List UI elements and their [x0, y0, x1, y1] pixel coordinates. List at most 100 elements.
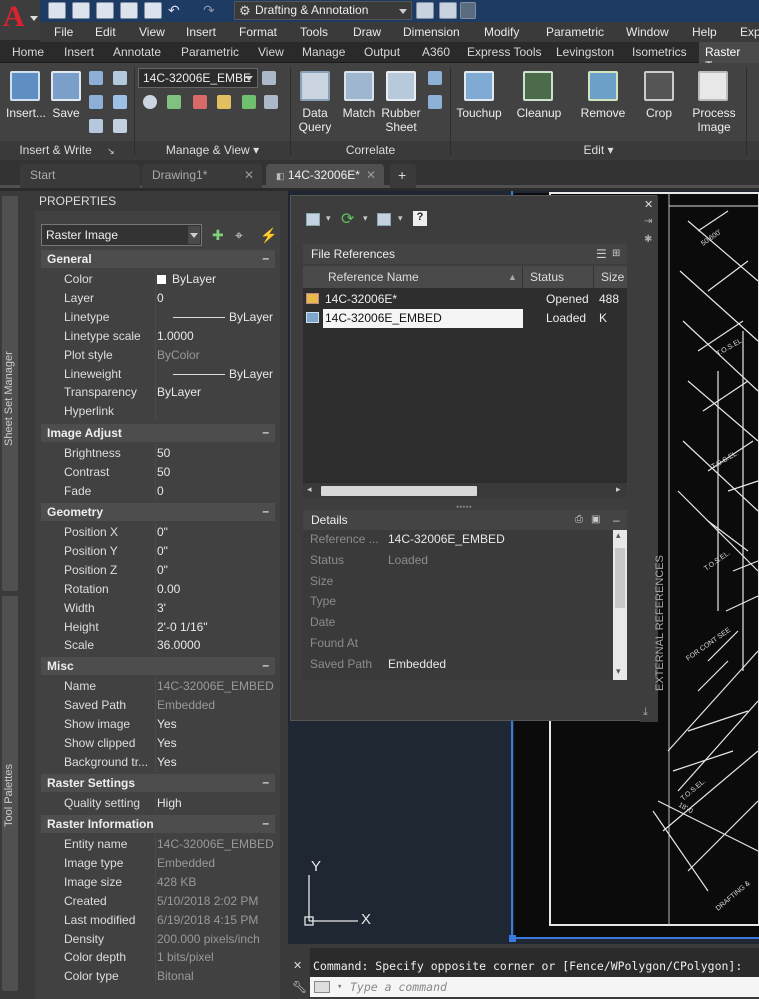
match-label[interactable]: Match [338, 106, 380, 120]
customize-qat-icon[interactable] [460, 2, 476, 19]
property-value[interactable]: 50 [157, 446, 170, 460]
collapse-icon[interactable]: – [262, 773, 269, 791]
rubber-sheet-icon[interactable] [386, 71, 416, 101]
menu-item[interactable]: Help [692, 25, 717, 39]
menu-item[interactable]: Parametric [546, 25, 604, 39]
property-value[interactable]: 14C-32006E_EMBED [157, 679, 274, 693]
insert-button-label[interactable]: Insert... [4, 106, 48, 120]
property-value[interactable]: Yes [157, 717, 177, 731]
ribbon-tab[interactable]: Isometrics [632, 45, 687, 59]
chevron-down-icon[interactable]: ▾ [326, 213, 331, 224]
new-file-icon[interactable] [48, 2, 66, 19]
property-row[interactable]: Show image Yes [41, 714, 275, 734]
remove-icon[interactable] [588, 71, 618, 101]
panel-insert-write[interactable]: Insert & Write ↘ [0, 141, 134, 160]
rubber-label-2[interactable]: Sheet [380, 120, 422, 134]
file-tab-start[interactable]: Start [20, 164, 140, 188]
preview-icon[interactable]: ▣ [591, 510, 600, 530]
ribbon-tab[interactable]: Output [364, 45, 400, 59]
menu-item[interactable]: File [54, 25, 73, 39]
chevron-down-icon[interactable]: ▾ [337, 977, 342, 997]
chevron-down-icon[interactable]: ▾ [398, 213, 403, 224]
property-row[interactable]: Contrast 50 [41, 462, 275, 482]
process-image-icon[interactable] [698, 71, 728, 101]
save-icon[interactable] [96, 2, 114, 19]
data-query-label-2[interactable]: Query [295, 120, 335, 134]
image-detach-icon[interactable] [89, 71, 103, 85]
property-value[interactable]: 1 bits/pixel [157, 950, 214, 964]
menu-item[interactable]: Edit [95, 25, 116, 39]
panel-edit[interactable]: Edit ▾ [451, 141, 746, 160]
cleanup-icon[interactable] [523, 71, 553, 101]
column-size[interactable]: Size [601, 266, 624, 288]
column-reference-name[interactable]: Reference Name [328, 266, 419, 288]
collapse-icon[interactable]: – [262, 656, 269, 674]
process-label-1[interactable]: Process [688, 106, 740, 120]
menu-item[interactable]: Format [239, 25, 277, 39]
touchup-label[interactable]: Touchup [452, 106, 506, 120]
panel-manage-view[interactable]: Manage & View ▾ [135, 141, 290, 160]
property-row[interactable]: Color ByLayer [41, 270, 275, 289]
crop-icon[interactable] [644, 71, 674, 101]
details-view-icon[interactable]: ⎙ [575, 510, 583, 530]
image-export-icon[interactable] [89, 95, 103, 109]
property-value[interactable]: 5/10/2018 2:02 PM [157, 894, 258, 908]
menu-item[interactable]: Exp [740, 25, 759, 39]
menu-item[interactable]: View [139, 25, 165, 39]
property-row[interactable]: Image size 428 KB [41, 872, 275, 892]
property-row[interactable]: Last modified 6/19/2018 4:15 PM [41, 910, 275, 930]
menu-item[interactable]: Dimension [403, 25, 460, 39]
ribbon-tab[interactable]: View [258, 45, 284, 59]
image-view-icon[interactable] [143, 95, 157, 109]
list-item[interactable]: 14C-32006E* Opened 488 K [303, 290, 627, 325]
column-status[interactable]: Status [530, 266, 564, 288]
collapse-icon[interactable]: – [262, 814, 269, 832]
property-row[interactable]: Created 5/10/2018 2:02 PM [41, 891, 275, 911]
open-file-icon[interactable] [72, 2, 90, 19]
quick-select-icon[interactable]: ⚡ [260, 227, 277, 244]
property-value[interactable]: High [157, 796, 182, 810]
property-value[interactable]: 0 [157, 291, 164, 305]
property-value[interactable]: ByLayer [173, 367, 273, 381]
ribbon-tab[interactable]: Home [12, 45, 44, 59]
image-frame-toggle-icon[interactable] [242, 95, 256, 109]
property-value[interactable]: 2'-0 1/16" [157, 620, 208, 634]
save-image-icon[interactable] [51, 71, 81, 101]
ribbon-tab[interactable]: A360 [422, 45, 450, 59]
match-icon[interactable] [344, 71, 374, 101]
property-value[interactable]: 0" [157, 525, 168, 539]
property-row[interactable]: Position X 0" [41, 523, 275, 542]
rubber-label-1[interactable]: Rubber [380, 106, 422, 120]
correlate-source-icon[interactable] [428, 71, 442, 85]
menu-item[interactable]: Modify [484, 25, 519, 39]
property-row[interactable]: Scale 36.0000 [41, 636, 275, 656]
globe-icon[interactable] [113, 95, 127, 109]
touchup-icon[interactable] [464, 71, 494, 101]
property-row[interactable]: Saved Path Embedded [41, 695, 275, 715]
property-row[interactable]: Brightness 50 [41, 444, 275, 463]
redo-icon[interactable]: ↷ [203, 2, 215, 19]
ribbon-tab[interactable]: Insert [64, 45, 94, 59]
property-row[interactable]: Linetype scale 1.0000 [41, 326, 275, 346]
command-prompt-icon[interactable] [314, 981, 330, 993]
close-icon[interactable]: ✕ [293, 959, 302, 972]
property-value[interactable]: ByColor [157, 348, 200, 362]
property-value[interactable]: Embedded [157, 856, 215, 870]
refresh-icon[interactable]: ⟳ [341, 209, 354, 229]
process-label-2[interactable]: Image [688, 120, 740, 134]
change-path-icon[interactable] [377, 213, 391, 226]
property-value[interactable]: 428 KB [157, 875, 196, 889]
close-icon[interactable]: ✕ [644, 198, 653, 211]
layer-icon[interactable] [416, 2, 434, 19]
details-scrollbar[interactable]: ▴ ▾ [613, 530, 627, 680]
wrench-icon[interactable]: 🔧︎ [292, 980, 307, 994]
property-value[interactable]: 3' [157, 601, 166, 615]
list-view-icon[interactable]: ☰ [596, 244, 607, 264]
data-query-label-1[interactable]: Data [295, 106, 335, 120]
sheet-set-manager-tab[interactable]: Sheet Set Manager [2, 196, 18, 591]
properties-icon[interactable]: ✱ [644, 234, 652, 245]
property-row[interactable]: Color depth 1 bits/pixel [41, 948, 275, 968]
property-row[interactable]: Rotation 0.00 [41, 579, 275, 599]
property-row[interactable]: Hyperlink [41, 402, 275, 422]
property-row[interactable]: Fade 0 [41, 481, 275, 501]
